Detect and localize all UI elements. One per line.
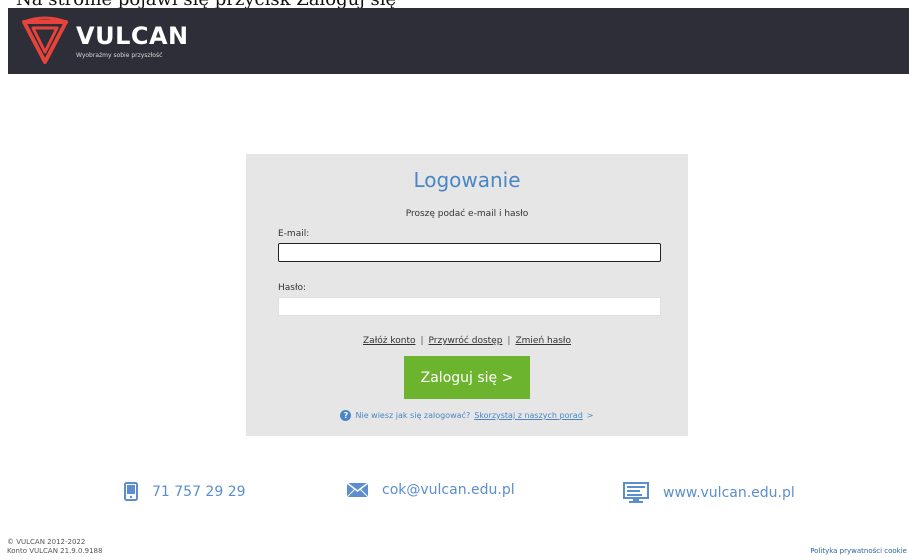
header: VULCAN Wyobraźmy sobie przyszłość — [8, 8, 909, 74]
contact-email: cok@vulcan.edu.pl — [347, 482, 515, 498]
monitor-icon — [623, 482, 649, 503]
contact-phone: 71 757 29 29 — [124, 482, 246, 501]
login-title: Logowanie — [413, 168, 521, 192]
link-separator: | — [507, 336, 511, 346]
brand-name: VULCAN — [76, 22, 189, 50]
brand-slogan: Wyobraźmy sobie przyszłość — [76, 52, 163, 59]
account-links: Załóż konto | Przywróć dostęp | Zmień hasło — [246, 336, 688, 346]
email-link[interactable]: cok@vulcan.edu.pl — [382, 482, 515, 498]
email-field[interactable] — [278, 243, 661, 262]
help-suffix: > — [586, 411, 594, 420]
version-text: Konto VULCAN 21.9.0.9188 — [7, 547, 103, 555]
privacy-cookie-link[interactable]: Polityka prywatności cookie — [810, 547, 907, 555]
phone-number: 71 757 29 29 — [152, 483, 246, 500]
login-panel: Logowanie Proszę podać e-mail i hasło E-… — [246, 154, 688, 436]
vulcan-shield-icon — [22, 16, 68, 64]
create-account-link[interactable]: Załóż konto — [363, 336, 415, 346]
change-password-link[interactable]: Zmień hasło — [515, 336, 571, 346]
login-help: ? Nie wiesz jak się zalogować? Skorzysta… — [246, 410, 688, 421]
help-question: Nie wiesz jak się zalogować? — [355, 411, 471, 420]
top-caption: Na stronie pojawi się przycisk Zaloguj s… — [16, 0, 396, 8]
help-link[interactable]: Skorzystaj z naszych porad — [474, 411, 583, 420]
envelope-icon — [347, 483, 368, 497]
login-subtitle: Proszę podać e-mail i hasło — [405, 209, 529, 219]
email-label: E-mail: — [278, 229, 310, 239]
contact-website: www.vulcan.edu.pl — [623, 482, 795, 504]
vulcan-logo[interactable]: VULCAN Wyobraźmy sobie przyszłość — [20, 16, 210, 66]
copyright-text: © VULCAN 2012-2022 — [7, 538, 86, 546]
website-link[interactable]: www.vulcan.edu.pl — [663, 485, 795, 501]
phone-icon — [124, 482, 138, 501]
login-button[interactable]: Zaloguj się > — [404, 356, 530, 399]
question-icon: ? — [340, 410, 352, 421]
password-field[interactable] — [278, 297, 661, 316]
top-caption-strip: Na stronie pojawi się przycisk Zaloguj s… — [0, 0, 909, 8]
link-separator: | — [420, 336, 424, 346]
password-label: Hasło: — [278, 283, 307, 293]
copyright: © VULCAN 2012-2022 Konto VULCAN 21.9.0.9… — [7, 538, 102, 556]
restore-access-link[interactable]: Przywróć dostęp — [429, 336, 503, 346]
